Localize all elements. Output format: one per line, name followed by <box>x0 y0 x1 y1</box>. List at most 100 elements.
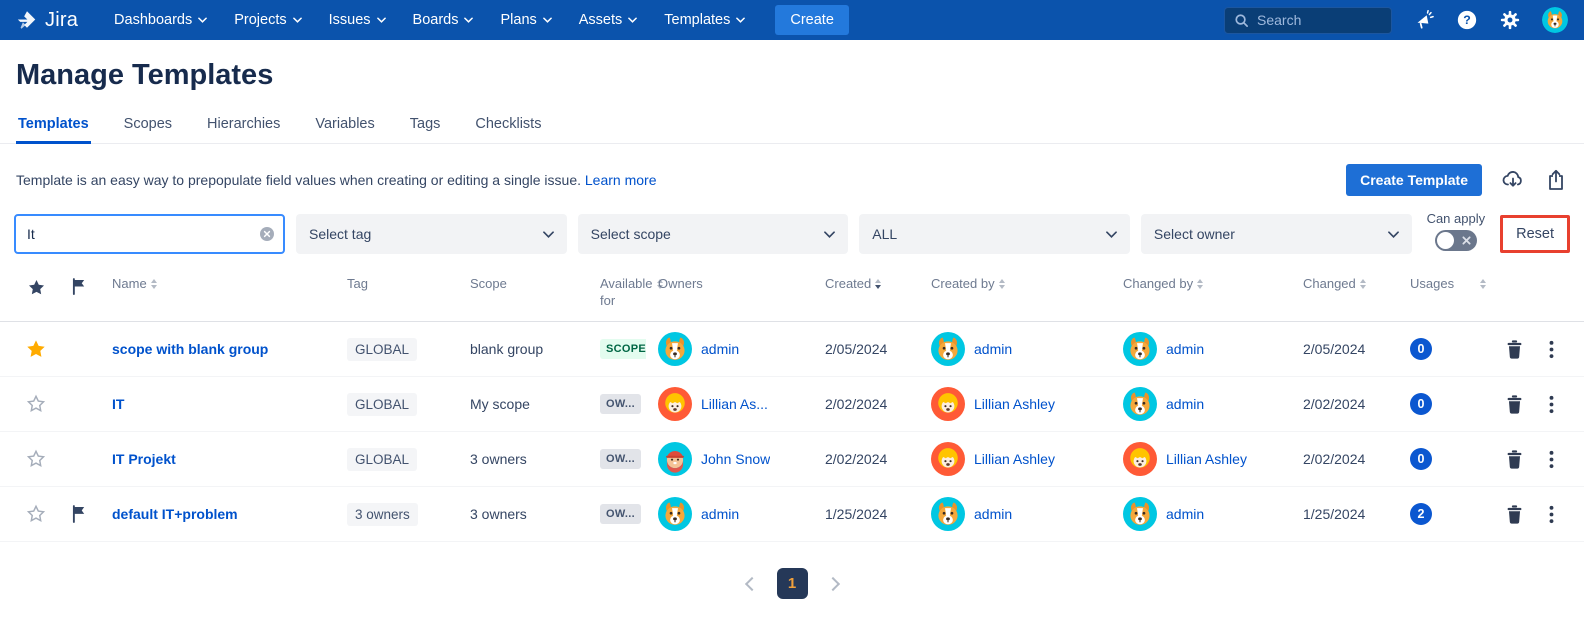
flag-column-header[interactable] <box>58 276 100 295</box>
templates-table: Name Tag Scope Available for Owners Crea… <box>0 276 1584 542</box>
tab-hierarchies[interactable]: Hierarchies <box>205 110 282 144</box>
star-icon-outline[interactable] <box>24 502 48 526</box>
create-template-button[interactable]: Create Template <box>1346 164 1482 196</box>
star-column-header[interactable] <box>14 276 58 297</box>
tab-templates[interactable]: Templates <box>16 110 91 144</box>
jira-logo[interactable]: Jira <box>16 9 78 32</box>
create-button[interactable]: Create <box>775 5 849 35</box>
col-header-created[interactable]: Created <box>813 276 919 293</box>
trash-icon[interactable] <box>1503 393 1525 415</box>
sort-icon <box>1197 279 1203 289</box>
nav-issues[interactable]: Issues <box>329 12 386 28</box>
changed-by-link[interactable]: admin <box>1166 506 1204 522</box>
changed-date: 2/02/2024 <box>1291 396 1398 412</box>
nav-dashboards[interactable]: Dashboards <box>114 12 207 28</box>
tab-checklists[interactable]: Checklists <box>473 110 543 144</box>
learn-more-link[interactable]: Learn more <box>585 172 657 188</box>
tag-badge: GLOBAL <box>347 448 417 471</box>
owner-link[interactable]: admin <box>701 506 739 522</box>
search-input[interactable] <box>1257 12 1367 28</box>
owner-link[interactable]: John Snow <box>701 451 770 467</box>
gear-icon[interactable] <box>1499 9 1521 31</box>
user-avatar[interactable] <box>1542 7 1568 33</box>
col-header-created-by[interactable]: Created by <box>919 276 1111 293</box>
col-header-scope[interactable]: Scope <box>458 276 588 293</box>
tab-tags[interactable]: Tags <box>408 110 443 144</box>
tag-select[interactable]: Select tag <box>296 214 567 254</box>
tab-variables[interactable]: Variables <box>313 110 376 144</box>
template-name-link[interactable]: default IT+problem <box>112 506 238 522</box>
import-icon[interactable] <box>1501 168 1525 192</box>
template-name-link[interactable]: IT <box>112 396 124 412</box>
can-apply-toggle[interactable] <box>1435 230 1477 251</box>
col-header-usages[interactable]: Usages <box>1398 276 1478 293</box>
owner-avatar <box>658 387 692 421</box>
star-icon-filled[interactable] <box>24 337 48 361</box>
changed-by-link[interactable]: Lillian Ashley <box>1166 451 1247 467</box>
reset-button[interactable]: Reset <box>1500 215 1570 253</box>
col-header-changed[interactable]: Changed <box>1291 276 1398 293</box>
nav-plans[interactable]: Plans <box>500 12 551 28</box>
usages-badge[interactable]: 0 <box>1410 338 1432 360</box>
megaphone-icon[interactable] <box>1413 9 1435 31</box>
toggle-off-icon <box>1462 236 1471 245</box>
trash-icon[interactable] <box>1503 338 1525 360</box>
prev-page-icon[interactable] <box>744 576 758 590</box>
clear-search-icon[interactable] <box>259 226 275 242</box>
usages-badge[interactable]: 0 <box>1410 448 1432 470</box>
nav-assets[interactable]: Assets <box>579 12 638 28</box>
changed-by-link[interactable]: admin <box>1166 396 1204 412</box>
col-header-owners[interactable]: Owners <box>646 276 813 293</box>
created-date: 2/05/2024 <box>813 341 919 357</box>
template-name-link[interactable]: IT Projekt <box>112 451 176 467</box>
chevron-down-icon <box>198 16 207 25</box>
created-by-link[interactable]: Lillian Ashley <box>974 396 1055 412</box>
global-search[interactable] <box>1224 7 1392 34</box>
template-name-link[interactable]: scope with blank group <box>112 341 268 357</box>
scope-value: My scope <box>458 396 588 412</box>
kebab-menu-icon[interactable] <box>1540 393 1562 415</box>
apply-select[interactable]: ALL <box>859 214 1130 254</box>
next-page-icon[interactable] <box>825 576 839 590</box>
col-header-tag[interactable]: Tag <box>335 276 458 293</box>
created-by-link[interactable]: Lillian Ashley <box>974 451 1055 467</box>
owner-select[interactable]: Select owner <box>1141 214 1412 254</box>
navbar-right: ? <box>1224 7 1568 34</box>
usages-badge[interactable]: 2 <box>1410 503 1432 525</box>
help-icon[interactable]: ? <box>1456 9 1478 31</box>
nav-projects[interactable]: Projects <box>234 12 301 28</box>
owner-link[interactable]: admin <box>701 341 739 357</box>
star-icon-outline[interactable] <box>24 447 48 471</box>
jira-logo-icon <box>16 9 38 31</box>
col-header-name[interactable]: Name <box>100 276 335 293</box>
kebab-menu-icon[interactable] <box>1540 503 1562 525</box>
scope-select[interactable]: Select scope <box>578 214 849 254</box>
current-page-button[interactable]: 1 <box>777 568 808 599</box>
page-title: Manage Templates <box>16 56 1568 94</box>
export-icon[interactable] <box>1544 168 1568 192</box>
flag-icon-filled[interactable] <box>67 502 91 526</box>
usages-badge[interactable]: 0 <box>1410 393 1432 415</box>
table-row: IT GLOBAL My scope OW... Lillian As... 2… <box>0 377 1584 432</box>
changed-by-link[interactable]: admin <box>1166 341 1204 357</box>
template-search-input[interactable] <box>14 214 285 254</box>
created-by-link[interactable]: admin <box>974 506 1012 522</box>
tag-badge: GLOBAL <box>347 338 417 361</box>
col-header-changed-by[interactable]: Changed by <box>1111 276 1291 293</box>
trash-icon[interactable] <box>1503 448 1525 470</box>
col-header-available-for[interactable]: Available for <box>588 276 646 310</box>
trash-icon[interactable] <box>1503 503 1525 525</box>
table-row: default IT+problem 3 owners 3 owners OW.… <box>0 487 1584 542</box>
nav-templates[interactable]: Templates <box>664 12 745 28</box>
tab-scopes[interactable]: Scopes <box>122 110 174 144</box>
nav-boards[interactable]: Boards <box>413 12 474 28</box>
changed-by-avatar <box>1123 332 1157 366</box>
tag-badge: GLOBAL <box>347 393 417 416</box>
created-by-link[interactable]: admin <box>974 341 1012 357</box>
star-icon-outline[interactable] <box>24 392 48 416</box>
kebab-menu-icon[interactable] <box>1540 338 1562 360</box>
owner-link[interactable]: Lillian As... <box>701 396 768 412</box>
kebab-menu-icon[interactable] <box>1540 448 1562 470</box>
scope-value: 3 owners <box>458 451 588 467</box>
svg-text:?: ? <box>1463 13 1471 27</box>
